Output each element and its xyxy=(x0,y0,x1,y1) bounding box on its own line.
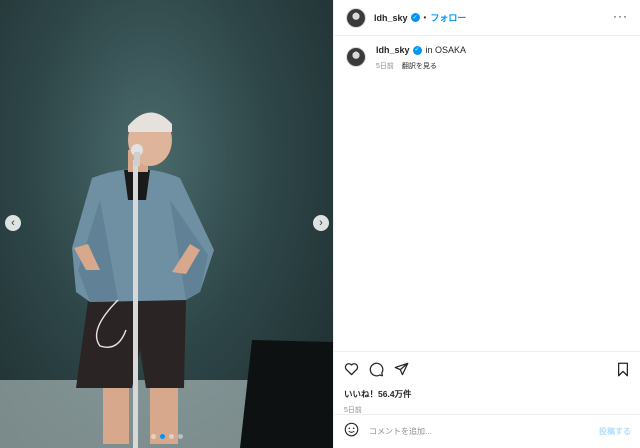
separator-dot: • xyxy=(423,13,427,22)
caption-avatar[interactable] xyxy=(346,47,366,67)
post-media[interactable]: ‹ › xyxy=(0,0,333,448)
share-paper-plane-icon[interactable] xyxy=(394,362,409,376)
verified-badge-icon: ✓ xyxy=(412,45,422,55)
post-photo xyxy=(0,112,333,448)
carousel-dot xyxy=(177,434,183,439)
post-comment-button[interactable]: 投稿する xyxy=(599,426,631,437)
emoji-smiley-icon[interactable] xyxy=(344,422,359,442)
follow-button[interactable]: フォロー xyxy=(430,11,466,24)
header-username[interactable]: ldh_sky xyxy=(374,13,408,23)
like-heart-icon[interactable] xyxy=(344,362,359,376)
carousel-dot-active xyxy=(159,434,165,439)
post-side-panel: ldh_sky ✓ • フォロー ··· ldh_sky ✓ in OSAKA … xyxy=(333,0,640,448)
comment-input[interactable] xyxy=(369,427,599,436)
caption-text: in OSAKA xyxy=(425,45,467,55)
carousel-prev-button[interactable]: ‹ xyxy=(5,215,21,231)
carousel-dot xyxy=(150,434,156,439)
more-options-icon[interactable]: ··· xyxy=(613,10,628,22)
translate-link[interactable]: 翻訳を見る xyxy=(402,63,437,70)
post-header: ldh_sky ✓ • フォロー ··· xyxy=(334,0,640,36)
comment-bar: 投稿する xyxy=(334,414,640,448)
bookmark-icon[interactable] xyxy=(617,362,629,377)
caption-time: 5日前 xyxy=(376,63,394,70)
chevron-left-icon: ‹ xyxy=(11,216,15,229)
carousel-next-button[interactable]: › xyxy=(313,215,329,231)
post-actions: いいね！56.4万件 5日前 xyxy=(334,351,640,415)
chevron-right-icon: › xyxy=(319,216,323,229)
comment-bubble-icon[interactable] xyxy=(369,362,384,377)
likes-count[interactable]: いいね！56.4万件 xyxy=(344,388,631,400)
carousel-dot xyxy=(168,434,174,439)
carousel-indicator xyxy=(0,434,333,439)
avatar[interactable] xyxy=(346,7,366,28)
caption-username[interactable]: ldh_sky xyxy=(376,45,410,55)
verified-badge-icon: ✓ xyxy=(410,13,420,22)
post-caption: ldh_sky ✓ in OSAKA 5日前 翻訳を見る xyxy=(334,36,640,80)
